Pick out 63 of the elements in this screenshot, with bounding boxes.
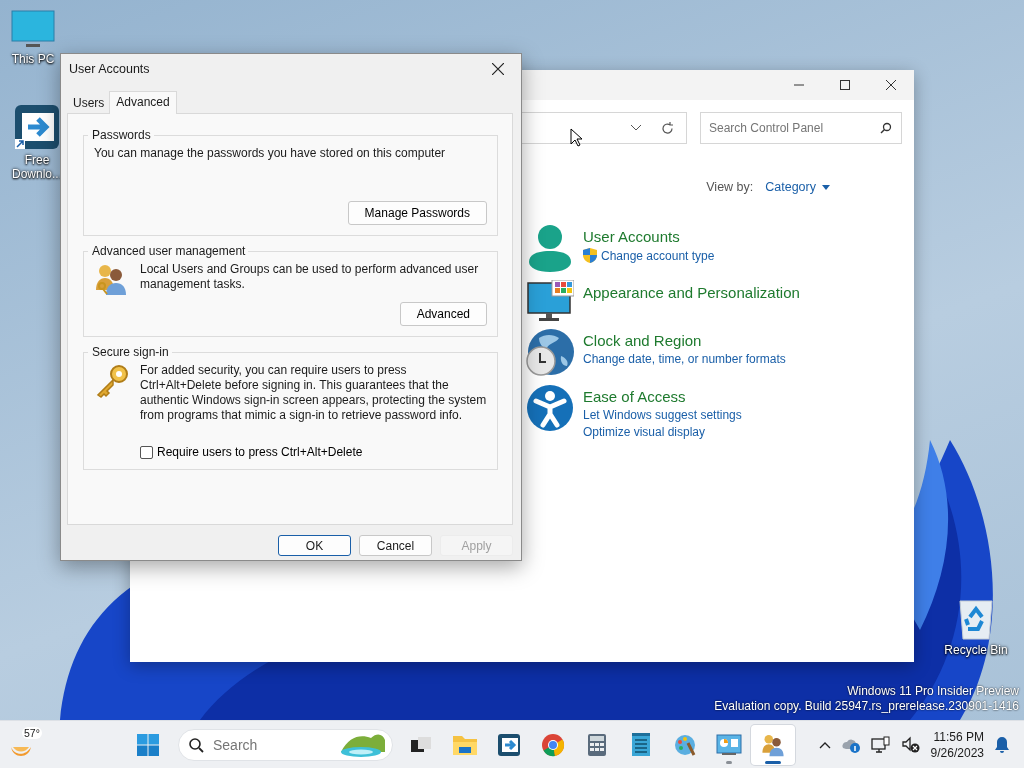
task-link[interactable]: Let Windows suggest settings: [583, 408, 914, 422]
user-icon: [526, 224, 574, 274]
speaker-muted-icon[interactable]: [900, 735, 921, 754]
search-field[interactable]: Search Control Panel: [700, 112, 902, 144]
calculator-icon[interactable]: [587, 732, 607, 757]
close-icon[interactable]: [886, 80, 896, 90]
accessibility-icon: [526, 384, 574, 432]
window-title: User Accounts: [69, 62, 150, 76]
category-link[interactable]: Clock and Region: [583, 332, 914, 349]
mouse-cursor-icon: [570, 128, 582, 147]
shield-icon: [583, 248, 597, 263]
monitor-icon: [526, 280, 574, 322]
windows-logo-icon[interactable]: [136, 732, 160, 757]
globe-clock-icon: [525, 328, 575, 378]
group-description: Local Users and Groups can be used to perform advanced user management tasks.: [140, 262, 480, 292]
search-icon[interactable]: [880, 122, 892, 134]
arrow-app-icon[interactable]: [497, 732, 521, 757]
category-link[interactable]: Appearance and Personalization: [583, 284, 914, 301]
group-title: Secure sign-in: [91, 345, 170, 359]
monitor-icon[interactable]: [11, 10, 55, 50]
view-by-label: View by:: [706, 180, 754, 194]
category-link[interactable]: Ease of Access: [583, 388, 914, 405]
palette-icon[interactable]: [673, 732, 697, 757]
chevron-down-icon[interactable]: [631, 125, 641, 131]
users-app-icon[interactable]: [761, 732, 785, 757]
chart-window-icon[interactable]: [716, 733, 742, 756]
group-title: Passwords: [91, 128, 152, 142]
task-link[interactable]: Change date, time, or number formats: [583, 352, 914, 366]
notepad-icon[interactable]: [631, 732, 651, 757]
dropdown-arrow-icon[interactable]: [822, 184, 830, 190]
bell-icon[interactable]: [994, 735, 1010, 754]
key-icon: [94, 363, 130, 399]
landscape-icon: [339, 731, 387, 758]
network-icon[interactable]: [870, 735, 891, 754]
build-info-text: Windows 11 Pro Insider Preview: [847, 684, 1019, 699]
dialog-button[interactable]: Cancel: [359, 535, 432, 556]
task-link[interactable]: Change account type: [583, 248, 914, 263]
checkbox[interactable]: Require users to press Ctrl+Alt+Delete: [140, 445, 487, 459]
desktop-icon-label[interactable]: Recycle Bin: [944, 643, 1008, 657]
temperature-text: 57°: [22, 727, 42, 739]
search-icon: [188, 736, 204, 753]
group-description: For added security, you can require users to press Ctrl+Alt+Delete before signing in. This guarantees that the authentic Windows sign-in screen appears, protecting the system from programs that mimic a sign-in to retrieve password info.: [140, 363, 487, 423]
users-icon: [94, 262, 128, 296]
clock-date[interactable]: 9/26/2023: [930, 744, 984, 761]
arrow-app-icon[interactable]: [13, 103, 61, 151]
group-button[interactable]: Manage Passwords: [347, 201, 487, 225]
task-link[interactable]: Optimize visual display: [583, 425, 914, 439]
view-by-dropdown[interactable]: Category: [765, 180, 830, 194]
recycle-bin-icon[interactable]: [956, 597, 996, 641]
refresh-icon[interactable]: [661, 121, 674, 135]
group-title: Advanced user management: [91, 244, 247, 258]
tab[interactable]: Advanced: [109, 91, 177, 114]
clock-time[interactable]: 11:56 PM: [933, 728, 984, 745]
chevron-up-icon[interactable]: [818, 740, 831, 749]
taskbar-app-button[interactable]: [751, 724, 795, 765]
close-icon[interactable]: [492, 63, 504, 75]
maximize-icon[interactable]: [840, 80, 850, 90]
group-description: You can manage the passwords you have stored on this computer: [94, 146, 447, 161]
browser-icon[interactable]: [541, 732, 565, 757]
tab[interactable]: Users: [68, 92, 110, 113]
category-link[interactable]: User Accounts: [583, 228, 914, 245]
group-button[interactable]: Advanced: [399, 302, 487, 326]
dialog-button[interactable]: OK: [278, 535, 351, 556]
